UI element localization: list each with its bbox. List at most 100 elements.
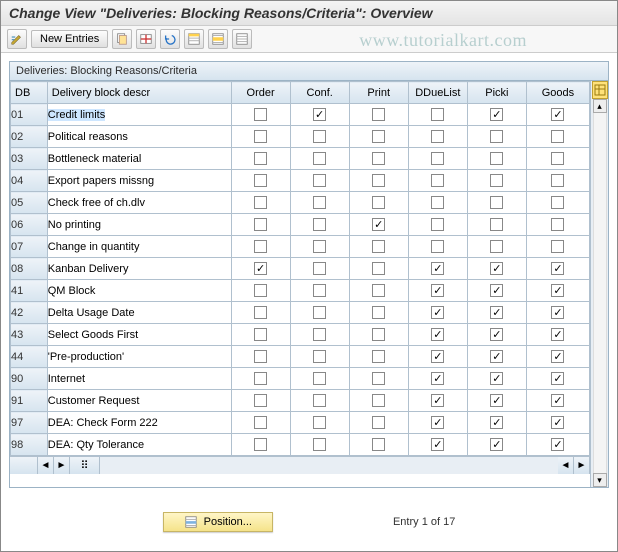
- row-selector[interactable]: 97: [11, 412, 48, 434]
- dduelist-checkbox[interactable]: [431, 306, 444, 319]
- vscroll-down-icon[interactable]: ▾: [593, 473, 607, 487]
- order-checkbox[interactable]: [254, 240, 267, 253]
- descr-cell[interactable]: Change in quantity: [47, 236, 231, 258]
- col-db[interactable]: DB: [11, 82, 48, 104]
- hscroll-right-icon[interactable]: ►: [54, 457, 70, 474]
- print-checkbox[interactable]: [372, 174, 385, 187]
- conf-checkbox[interactable]: [313, 108, 326, 121]
- picki-checkbox[interactable]: [490, 196, 503, 209]
- order-checkbox[interactable]: [254, 262, 267, 275]
- new-entries-button[interactable]: New Entries: [31, 30, 108, 48]
- dduelist-checkbox[interactable]: [431, 152, 444, 165]
- order-checkbox[interactable]: [254, 328, 267, 341]
- table-row[interactable]: 07Change in quantity: [11, 236, 590, 258]
- picki-checkbox[interactable]: [490, 372, 503, 385]
- vscroll-up-icon[interactable]: ▴: [593, 99, 607, 113]
- picki-checkbox[interactable]: [490, 394, 503, 407]
- print-checkbox[interactable]: [372, 328, 385, 341]
- col-conf[interactable]: Conf.: [290, 82, 349, 104]
- descr-cell[interactable]: Delta Usage Date: [47, 302, 231, 324]
- row-selector[interactable]: 98: [11, 434, 48, 456]
- select-block-button[interactable]: [208, 29, 228, 49]
- conf-checkbox[interactable]: [313, 394, 326, 407]
- table-row[interactable]: 41QM Block: [11, 280, 590, 302]
- table-row[interactable]: 01Credit limits: [11, 104, 590, 126]
- row-selector[interactable]: 08: [11, 258, 48, 280]
- order-checkbox[interactable]: [254, 174, 267, 187]
- table-row[interactable]: 05Check free of ch.dlv: [11, 192, 590, 214]
- hscroll-left-icon[interactable]: ◄: [38, 457, 54, 474]
- goods-checkbox[interactable]: [551, 130, 564, 143]
- print-checkbox[interactable]: [372, 416, 385, 429]
- toggle-display-change-button[interactable]: [7, 29, 27, 49]
- goods-checkbox[interactable]: [551, 262, 564, 275]
- print-checkbox[interactable]: [372, 262, 385, 275]
- print-checkbox[interactable]: [372, 284, 385, 297]
- col-goods[interactable]: Goods: [526, 82, 589, 104]
- picki-checkbox[interactable]: [490, 284, 503, 297]
- conf-checkbox[interactable]: [313, 174, 326, 187]
- deselect-all-button[interactable]: [232, 29, 252, 49]
- print-checkbox[interactable]: [372, 240, 385, 253]
- descr-cell[interactable]: QM Block: [47, 280, 231, 302]
- conf-checkbox[interactable]: [313, 328, 326, 341]
- row-selector[interactable]: 41: [11, 280, 48, 302]
- dduelist-checkbox[interactable]: [431, 328, 444, 341]
- row-selector[interactable]: 03: [11, 148, 48, 170]
- descr-cell[interactable]: No printing: [47, 214, 231, 236]
- table-row[interactable]: 02Political reasons: [11, 126, 590, 148]
- picki-checkbox[interactable]: [490, 240, 503, 253]
- order-checkbox[interactable]: [254, 438, 267, 451]
- hscroll-thumb[interactable]: ⠿: [70, 457, 100, 474]
- row-selector[interactable]: 04: [11, 170, 48, 192]
- table-row[interactable]: 08Kanban Delivery: [11, 258, 590, 280]
- goods-checkbox[interactable]: [551, 306, 564, 319]
- picki-checkbox[interactable]: [490, 152, 503, 165]
- goods-checkbox[interactable]: [551, 328, 564, 341]
- table-row[interactable]: 98DEA: Qty Tolerance: [11, 434, 590, 456]
- picki-checkbox[interactable]: [490, 174, 503, 187]
- order-checkbox[interactable]: [254, 218, 267, 231]
- print-checkbox[interactable]: [372, 196, 385, 209]
- undo-button[interactable]: [160, 29, 180, 49]
- goods-checkbox[interactable]: [551, 284, 564, 297]
- vscroll-track[interactable]: [593, 113, 607, 473]
- goods-checkbox[interactable]: [551, 240, 564, 253]
- hscroll-left2-icon[interactable]: ◄: [558, 457, 574, 474]
- dduelist-checkbox[interactable]: [431, 108, 444, 121]
- table-row[interactable]: 44'Pre-production': [11, 346, 590, 368]
- descr-cell[interactable]: DEA: Check Form 222: [47, 412, 231, 434]
- table-row[interactable]: 04Export papers missng: [11, 170, 590, 192]
- descr-cell[interactable]: DEA: Qty Tolerance: [47, 434, 231, 456]
- conf-checkbox[interactable]: [313, 152, 326, 165]
- picki-checkbox[interactable]: [490, 306, 503, 319]
- print-checkbox[interactable]: [372, 130, 385, 143]
- goods-checkbox[interactable]: [551, 372, 564, 385]
- dduelist-checkbox[interactable]: [431, 174, 444, 187]
- data-grid[interactable]: DB Delivery block descr Order Conf. Prin…: [10, 81, 590, 456]
- dduelist-checkbox[interactable]: [431, 372, 444, 385]
- col-dduelist[interactable]: DDueList: [408, 82, 467, 104]
- picki-checkbox[interactable]: [490, 218, 503, 231]
- order-checkbox[interactable]: [254, 350, 267, 363]
- conf-checkbox[interactable]: [313, 284, 326, 297]
- descr-cell[interactable]: Credit limits: [47, 104, 231, 126]
- order-checkbox[interactable]: [254, 416, 267, 429]
- conf-checkbox[interactable]: [313, 262, 326, 275]
- table-row[interactable]: 03Bottleneck material: [11, 148, 590, 170]
- goods-checkbox[interactable]: [551, 394, 564, 407]
- table-row[interactable]: 91Customer Request: [11, 390, 590, 412]
- print-checkbox[interactable]: [372, 108, 385, 121]
- col-print[interactable]: Print: [349, 82, 408, 104]
- row-selector[interactable]: 01: [11, 104, 48, 126]
- table-settings-button[interactable]: [592, 81, 608, 99]
- print-checkbox[interactable]: [372, 218, 385, 231]
- conf-checkbox[interactable]: [313, 240, 326, 253]
- row-selector[interactable]: 06: [11, 214, 48, 236]
- descr-cell[interactable]: Political reasons: [47, 126, 231, 148]
- row-selector[interactable]: 90: [11, 368, 48, 390]
- row-selector[interactable]: 44: [11, 346, 48, 368]
- print-checkbox[interactable]: [372, 438, 385, 451]
- picki-checkbox[interactable]: [490, 262, 503, 275]
- picki-checkbox[interactable]: [490, 328, 503, 341]
